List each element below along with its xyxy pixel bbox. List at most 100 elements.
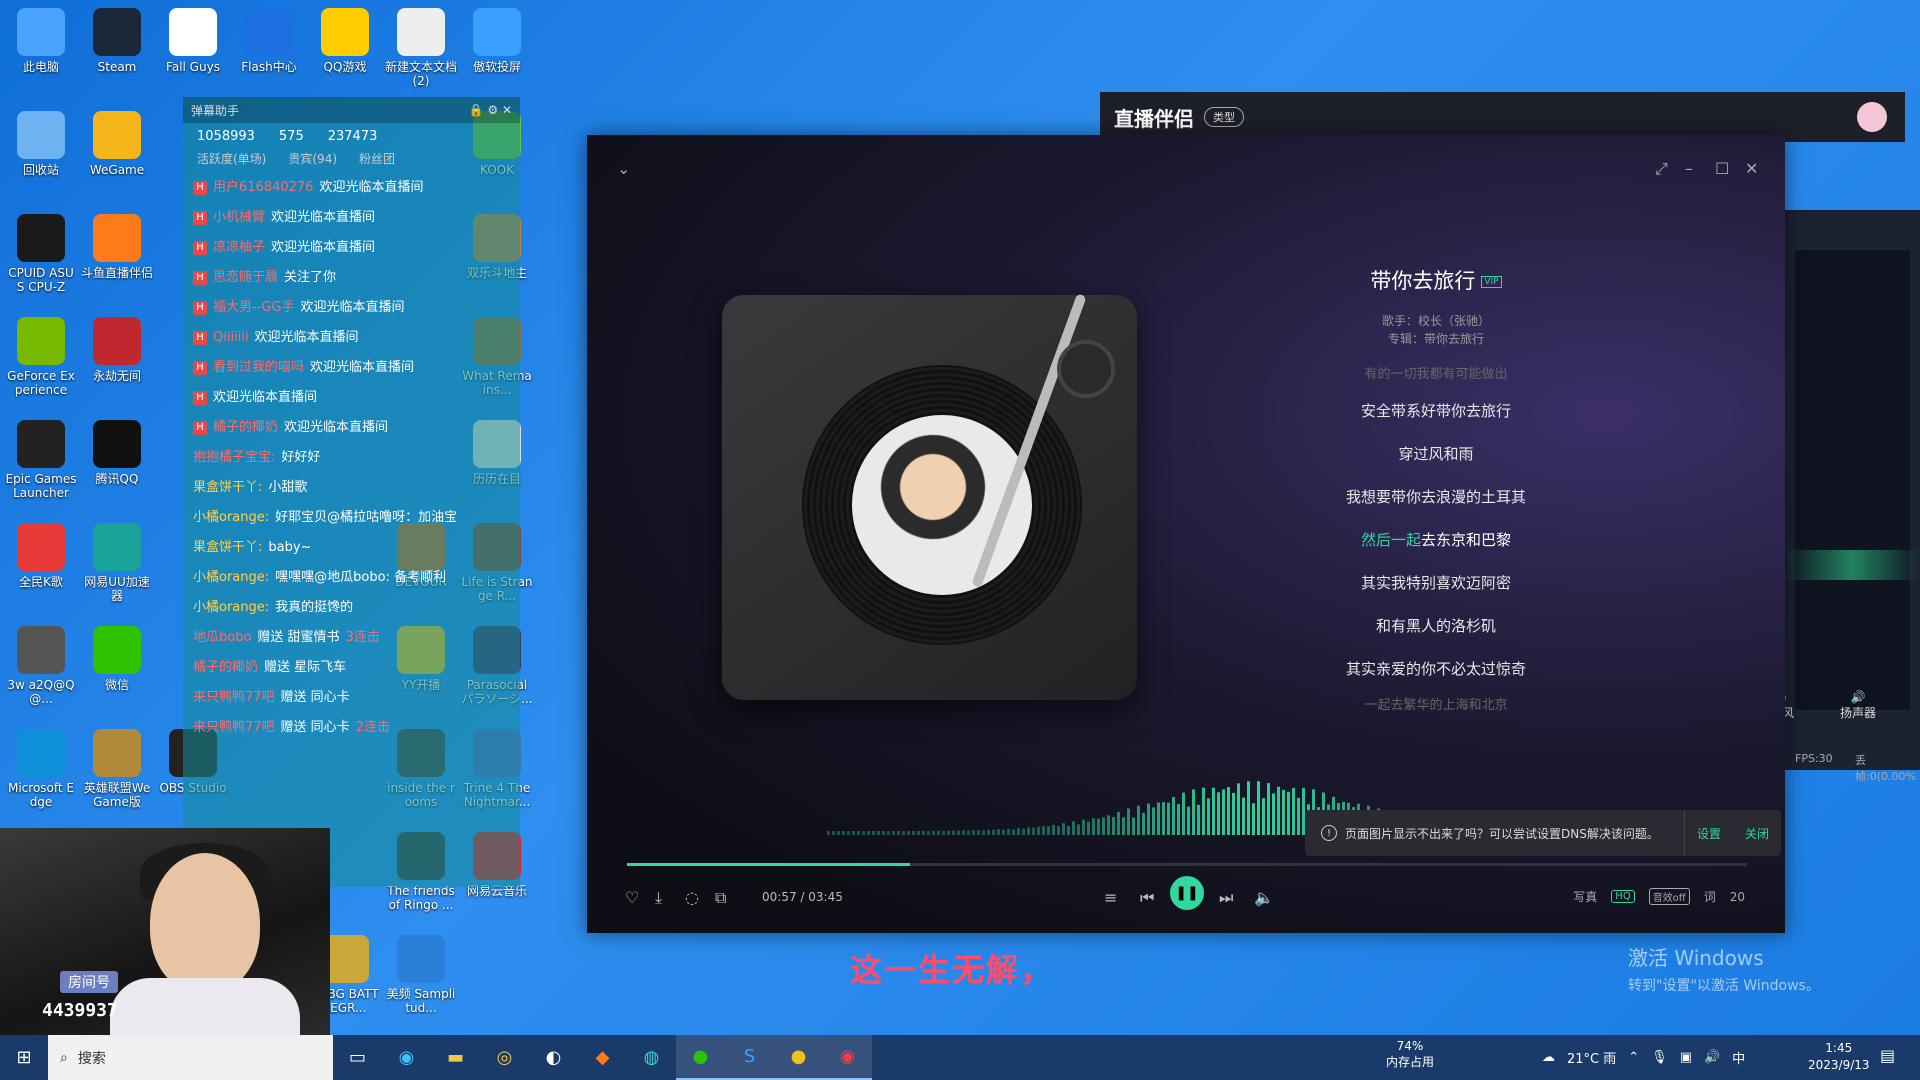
- desktop-icon[interactable]: Epic Games Launcher: [5, 420, 77, 500]
- speaker-button[interactable]: 🔊 扬声器: [1840, 690, 1876, 721]
- desktop-icon[interactable]: 3w a2Q@Q@...: [5, 626, 77, 706]
- visualizer-bar: [1062, 823, 1065, 835]
- desktop-icon[interactable]: 全民K歌: [5, 523, 77, 589]
- hq-button[interactable]: HQ: [1611, 890, 1635, 903]
- visualizer-bar: [1257, 781, 1260, 835]
- douyu-taskbar-icon[interactable]: ◆: [578, 1035, 627, 1080]
- danmu-username[interactable]: 地瓜bobo: [193, 623, 251, 653]
- like-icon[interactable]: ♡: [625, 888, 639, 907]
- danmu-username[interactable]: 小橘orange:: [193, 593, 269, 623]
- wechat-taskbar-icon[interactable]: ●: [676, 1035, 725, 1080]
- uu-taskbar-icon[interactable]: ◍: [627, 1035, 676, 1080]
- notification-icon[interactable]: ▤: [1880, 1046, 1895, 1065]
- visualizer-bar: [872, 830, 875, 835]
- live-companion-taskbar-icon[interactable]: S: [725, 1035, 774, 1080]
- desktop-icon[interactable]: 美频 Samplitud...: [385, 935, 457, 1015]
- type-button[interactable]: 类型: [1204, 107, 1244, 127]
- chrome-taskbar-icon[interactable]: ◎: [480, 1035, 529, 1080]
- singer[interactable]: 歌手：校长（张驰）: [1309, 312, 1563, 330]
- steam-taskbar-icon[interactable]: ◐: [529, 1035, 578, 1080]
- collapse-icon[interactable]: ⌄: [617, 159, 630, 179]
- explorer-taskbar-icon[interactable]: ▬: [431, 1035, 480, 1080]
- fullscreen-icon[interactable]: ⤢: [1655, 159, 1668, 179]
- visualizer-bar: [1107, 815, 1110, 835]
- album[interactable]: 专辑：带你去旅行: [1309, 330, 1563, 348]
- visualizer-bar: [832, 830, 835, 835]
- volume-icon[interactable]: 🔈: [1254, 888, 1274, 907]
- next-icon[interactable]: ⏭: [1219, 888, 1233, 908]
- danmu-username[interactable]: 小机械臂: [213, 203, 265, 233]
- enter-badge-icon: H: [193, 331, 207, 345]
- danmu-username[interactable]: 思恋随于晨: [213, 263, 278, 293]
- user-avatar[interactable]: [1857, 102, 1887, 132]
- start-button[interactable]: ⊞: [0, 1035, 48, 1080]
- comment-icon[interactable]: ◌: [685, 888, 699, 907]
- tray-expand-icon[interactable]: ⌃: [1628, 1050, 1639, 1065]
- playback-time: 00:57 / 03:45: [762, 890, 843, 904]
- share-icon[interactable]: ⧉: [715, 888, 726, 908]
- danmu-username[interactable]: 小橘orange:: [193, 563, 269, 593]
- danmu-username[interactable]: 来只鸭鸭77吧: [193, 713, 275, 743]
- playlist-count[interactable]: 20: [1730, 890, 1745, 904]
- desktop-icon[interactable]: Flash中心: [233, 8, 305, 74]
- previous-icon[interactable]: ⏮: [1140, 888, 1154, 908]
- danmu-username[interactable]: 果盒饼干丫:: [193, 473, 262, 503]
- desktop-icon[interactable]: 永劫无间: [81, 317, 153, 383]
- danmu-controls[interactable]: 🔒 ⚙ ✕: [469, 103, 512, 117]
- danmu-username[interactable]: Qiiiiiii: [213, 323, 249, 353]
- danmu-username[interactable]: 福大男--GG手: [213, 293, 295, 323]
- desktop-icon[interactable]: GeForce Experience: [5, 317, 77, 397]
- weather-icon[interactable]: ☁: [1542, 1050, 1555, 1065]
- desktop-icon[interactable]: Fall Guys: [157, 8, 229, 74]
- danmu-username[interactable]: 用户616840276: [213, 173, 313, 203]
- desktop-icon[interactable]: WeGame: [81, 111, 153, 177]
- close-icon[interactable]: ✕: [1745, 159, 1758, 179]
- dns-settings-link[interactable]: 设置: [1697, 825, 1721, 842]
- danmu-username[interactable]: 看到过我的喵吗: [213, 353, 304, 383]
- danmu-username[interactable]: 果盒饼干丫:: [193, 533, 262, 563]
- desktop-icon[interactable]: CPUID ASUS CPU-Z: [5, 214, 77, 294]
- desktop-icon-label: 回收站: [22, 163, 59, 177]
- lyric-button[interactable]: 词: [1704, 888, 1716, 905]
- playlist-mode-icon[interactable]: ≡: [1104, 888, 1117, 907]
- weather-text[interactable]: 21°C 雨: [1567, 1048, 1616, 1067]
- photo-toggle[interactable]: 写真: [1573, 888, 1597, 905]
- desktop-icon[interactable]: 新建文本文档 (2): [385, 8, 457, 88]
- danmu-username[interactable]: 小橘orange:: [193, 503, 269, 533]
- desktop-icon[interactable]: 斗鱼直播伴侣: [81, 214, 153, 280]
- ime-indicator[interactable]: 中: [1732, 1048, 1745, 1067]
- volume-tray-icon[interactable]: 🔊: [1704, 1050, 1720, 1065]
- desktop-icon[interactable]: Steam: [81, 8, 153, 74]
- danmu-username[interactable]: 橘子的椰奶: [193, 653, 258, 683]
- netease-music-taskbar-icon[interactable]: ◉: [823, 1035, 872, 1080]
- network-icon[interactable]: ▣: [1680, 1050, 1692, 1065]
- desktop-icon[interactable]: 回收站: [5, 111, 77, 177]
- task-view-icon[interactable]: ▭: [333, 1035, 382, 1080]
- dns-close-link[interactable]: 关闭: [1745, 825, 1769, 842]
- desktop-icon[interactable]: 微信: [81, 626, 153, 692]
- effect-button[interactable]: 音效off: [1648, 888, 1690, 905]
- taskbar-clock[interactable]: 1:45 2023/9/13: [1808, 1040, 1870, 1074]
- desktop-icon[interactable]: 傲软投屏: [461, 8, 533, 74]
- desktop-icon[interactable]: QQ游戏: [309, 8, 381, 74]
- desktop-icon[interactable]: 英雄联盟WeGame版: [81, 729, 153, 809]
- pause-button[interactable]: ❚❚: [1170, 876, 1204, 910]
- desktop-icon[interactable]: Microsoft Edge: [5, 729, 77, 809]
- minimize-icon[interactable]: –: [1685, 159, 1693, 179]
- desktop-icon[interactable]: 腾讯QQ: [81, 420, 153, 486]
- divider: [1683, 810, 1685, 856]
- danmu-username[interactable]: 来只鸭鸭77吧: [193, 683, 275, 713]
- danmu-username[interactable]: 抱抱橘子宝宝:: [193, 443, 275, 473]
- progress-bar[interactable]: [627, 863, 1747, 866]
- taskbar-search[interactable]: ⌕ 搜索: [48, 1035, 333, 1080]
- edge-taskbar-icon[interactable]: ◉: [382, 1035, 431, 1080]
- desktop-icon[interactable]: 网易UU加速器: [81, 523, 153, 603]
- download-icon[interactable]: ⤓: [655, 888, 662, 908]
- maximize-icon[interactable]: ☐: [1715, 159, 1729, 179]
- yy-taskbar-icon[interactable]: ●: [774, 1035, 823, 1080]
- danmu-username[interactable]: 橘子的椰奶: [213, 413, 278, 443]
- mic-tray-icon[interactable]: 🎙: [1651, 1050, 1668, 1065]
- desktop-icon[interactable]: 此电脑: [5, 8, 77, 74]
- danmu-username[interactable]: 凉凉柚子: [213, 233, 265, 263]
- current-lyric-line: 然后一起去东京和巴黎: [1309, 519, 1563, 562]
